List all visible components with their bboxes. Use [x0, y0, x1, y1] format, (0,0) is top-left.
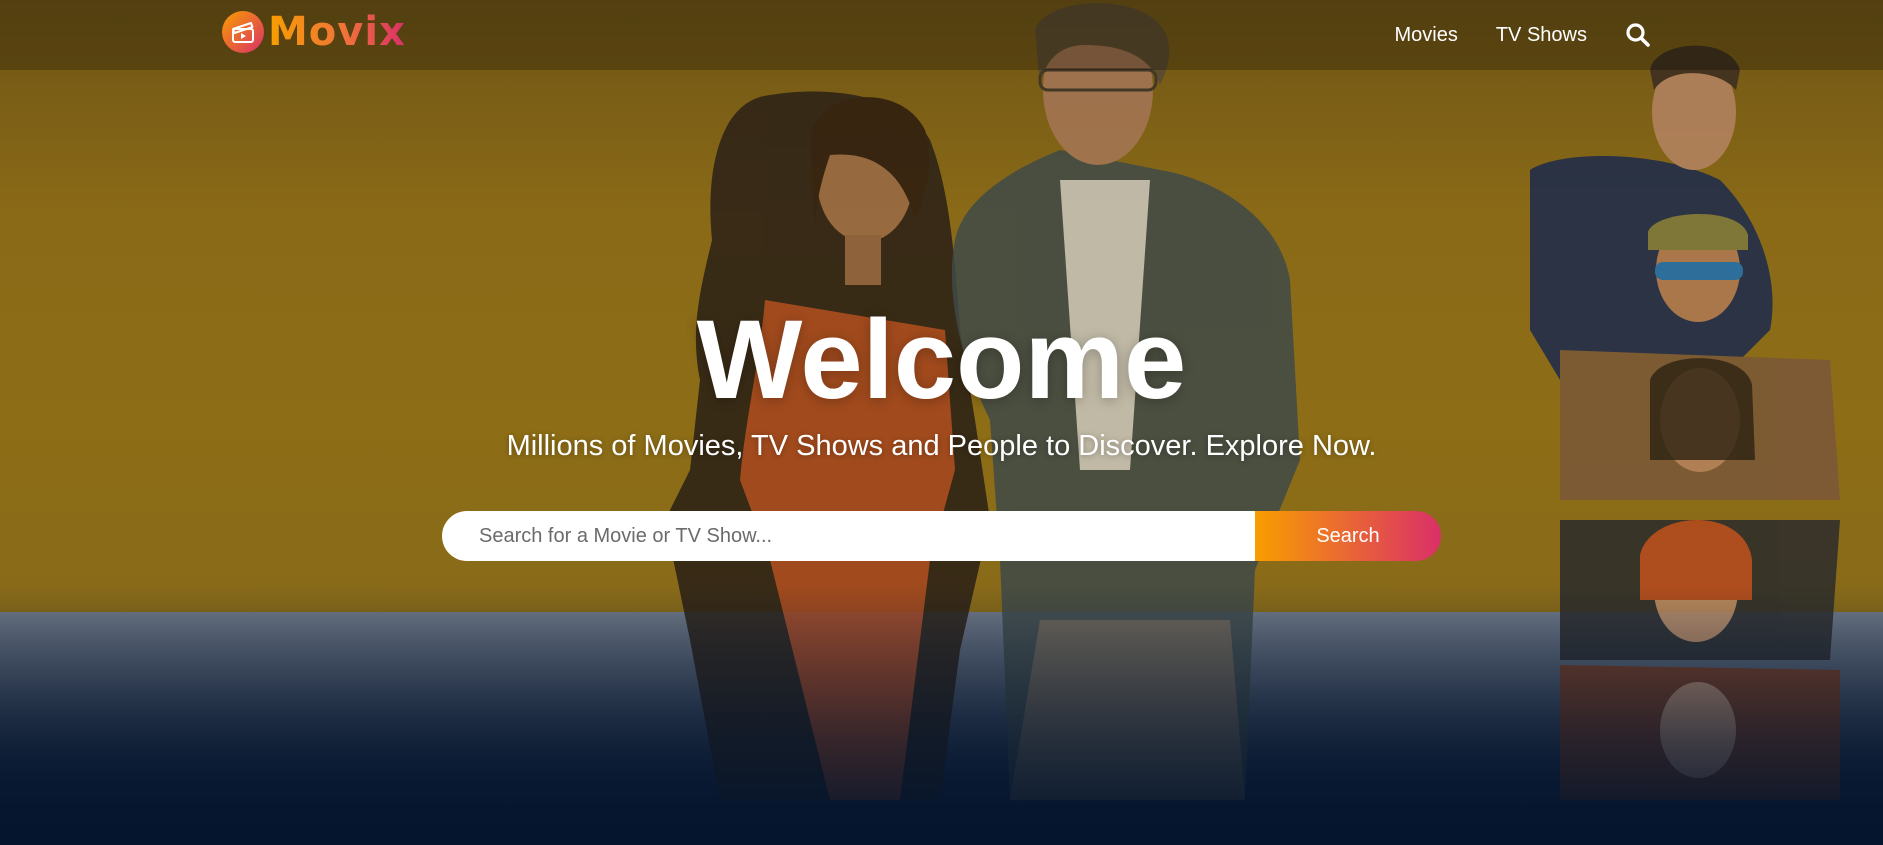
site-header: Movix Movies TV Shows: [0, 0, 1883, 70]
hero-section: Welcome Millions of Movies, TV Shows and…: [0, 297, 1883, 561]
search-icon[interactable]: [1625, 22, 1651, 48]
film-clapper-icon: [222, 11, 264, 53]
logo[interactable]: Movix: [222, 10, 406, 54]
nav-item-tv-shows[interactable]: TV Shows: [1496, 24, 1587, 47]
hero-title: Welcome: [696, 297, 1187, 422]
search-button[interactable]: Search: [1255, 511, 1441, 561]
home-page: Movix Movies TV Shows Welcome Millions o…: [0, 0, 1883, 845]
search-input[interactable]: [442, 511, 1255, 561]
hero-subtitle: Millions of Movies, TV Shows and People …: [506, 430, 1377, 462]
hero-search-bar: Search: [442, 511, 1441, 561]
backdrop-fade-overlay: [0, 585, 1883, 845]
logo-text: Movix: [268, 9, 406, 55]
main-nav: Movies TV Shows: [1394, 0, 1883, 70]
nav-item-movies[interactable]: Movies: [1394, 24, 1457, 47]
